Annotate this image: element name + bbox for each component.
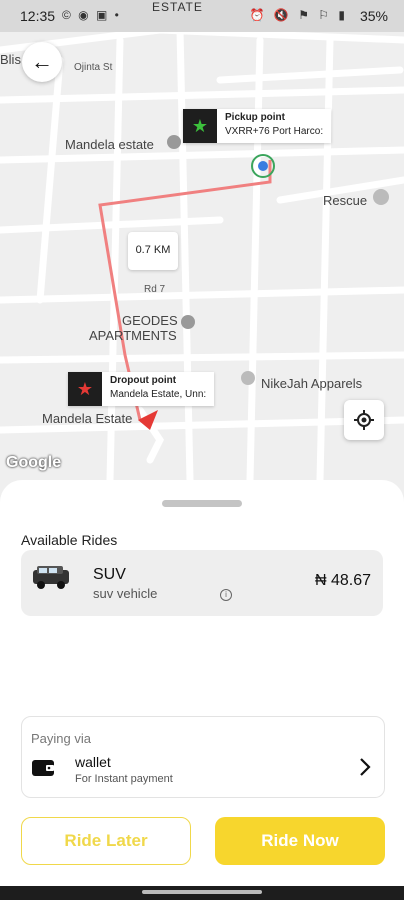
- nikejah-pin-icon: [241, 371, 255, 385]
- pickup-marker[interactable]: ★ Pickup point VXRR+76 Port Harco:: [183, 109, 332, 143]
- map-view[interactable]: 12:35 © ◉ ▣ • ⏰ 🔇 ⚑ ⚐ ▮ 35% ESTATE Blis …: [0, 0, 404, 510]
- google-logo: Google: [6, 454, 62, 471]
- back-button[interactable]: ←: [22, 42, 62, 82]
- dropoff-marker[interactable]: ★ Dropout point Mandela Estate, Unn:: [68, 372, 215, 406]
- arrow-left-icon: ←: [31, 49, 53, 74]
- status-time: 12:35: [20, 8, 56, 24]
- bottom-sheet: Available Rides SUV suv vehicle i ₦ 48.6…: [0, 480, 404, 886]
- dropoff-address: Mandela Estate, Unn:: [110, 389, 207, 400]
- drag-handle[interactable]: [162, 500, 242, 507]
- wallet-icon: [32, 760, 54, 776]
- rescue-pin-icon: [373, 189, 389, 205]
- battery-level: 35%: [359, 8, 388, 24]
- ride-later-button[interactable]: Ride Later: [21, 817, 191, 865]
- system-icons: ⏰ 🔇 ⚑ ⚐ ▮: [249, 8, 348, 22]
- my-location-button[interactable]: [344, 400, 384, 440]
- ride-price: ₦ 48.67: [314, 572, 371, 589]
- map-label-geodes: GEODES: [122, 313, 178, 328]
- ride-now-button[interactable]: Ride Now: [215, 817, 385, 865]
- payment-method-selector[interactable]: Paying via wallet For Instant payment: [21, 716, 385, 798]
- map-label-ojinta: Ojinta St: [74, 62, 113, 73]
- map-label-bliss: Blis: [0, 52, 21, 67]
- star-icon: ★: [183, 109, 217, 143]
- payment-method-name: wallet: [75, 754, 111, 770]
- map-label-apartments: APARTMENTS: [89, 328, 177, 343]
- pickup-title: Pickup point: [225, 112, 285, 123]
- map-label-estate: ESTATE: [152, 0, 203, 14]
- map-label-nikejah: NikeJah Apparels: [261, 376, 363, 391]
- ride-name: SUV: [93, 566, 126, 583]
- system-nav-bar: [0, 886, 404, 900]
- ride-description: suv vehicle: [93, 586, 158, 601]
- available-rides-title: Available Rides: [21, 532, 118, 548]
- distance-badge: 0.7 KM: [128, 232, 178, 270]
- suv-vehicle-icon: [33, 566, 69, 589]
- map-label-rd7: Rd 7: [144, 284, 166, 295]
- map-label-rescue: Rescue: [323, 193, 368, 208]
- pickup-address: VXRR+76 Port Harco:: [225, 126, 324, 137]
- info-icon[interactable]: i: [220, 589, 232, 601]
- paying-via-label: Paying via: [31, 731, 91, 746]
- crosshair-icon: [354, 410, 374, 430]
- place-pin-icon: [167, 135, 181, 149]
- dropoff-title: Dropout point: [110, 375, 177, 386]
- map-label-mandela-estate: Mandela estate: [65, 137, 154, 152]
- notification-icons: © ◉ ▣ •: [62, 8, 121, 22]
- home-indicator[interactable]: [142, 890, 262, 894]
- chevron-right-icon: [360, 758, 371, 776]
- map-label-mandela-estate-bottom: Mandela Estate: [42, 411, 133, 426]
- geodes-pin-icon: [181, 315, 195, 329]
- payment-method-subtitle: For Instant payment: [75, 773, 173, 785]
- current-location-dot: [258, 161, 268, 171]
- star-icon: ★: [68, 372, 102, 406]
- ride-option-suv[interactable]: SUV suv vehicle i ₦ 48.67: [21, 550, 383, 616]
